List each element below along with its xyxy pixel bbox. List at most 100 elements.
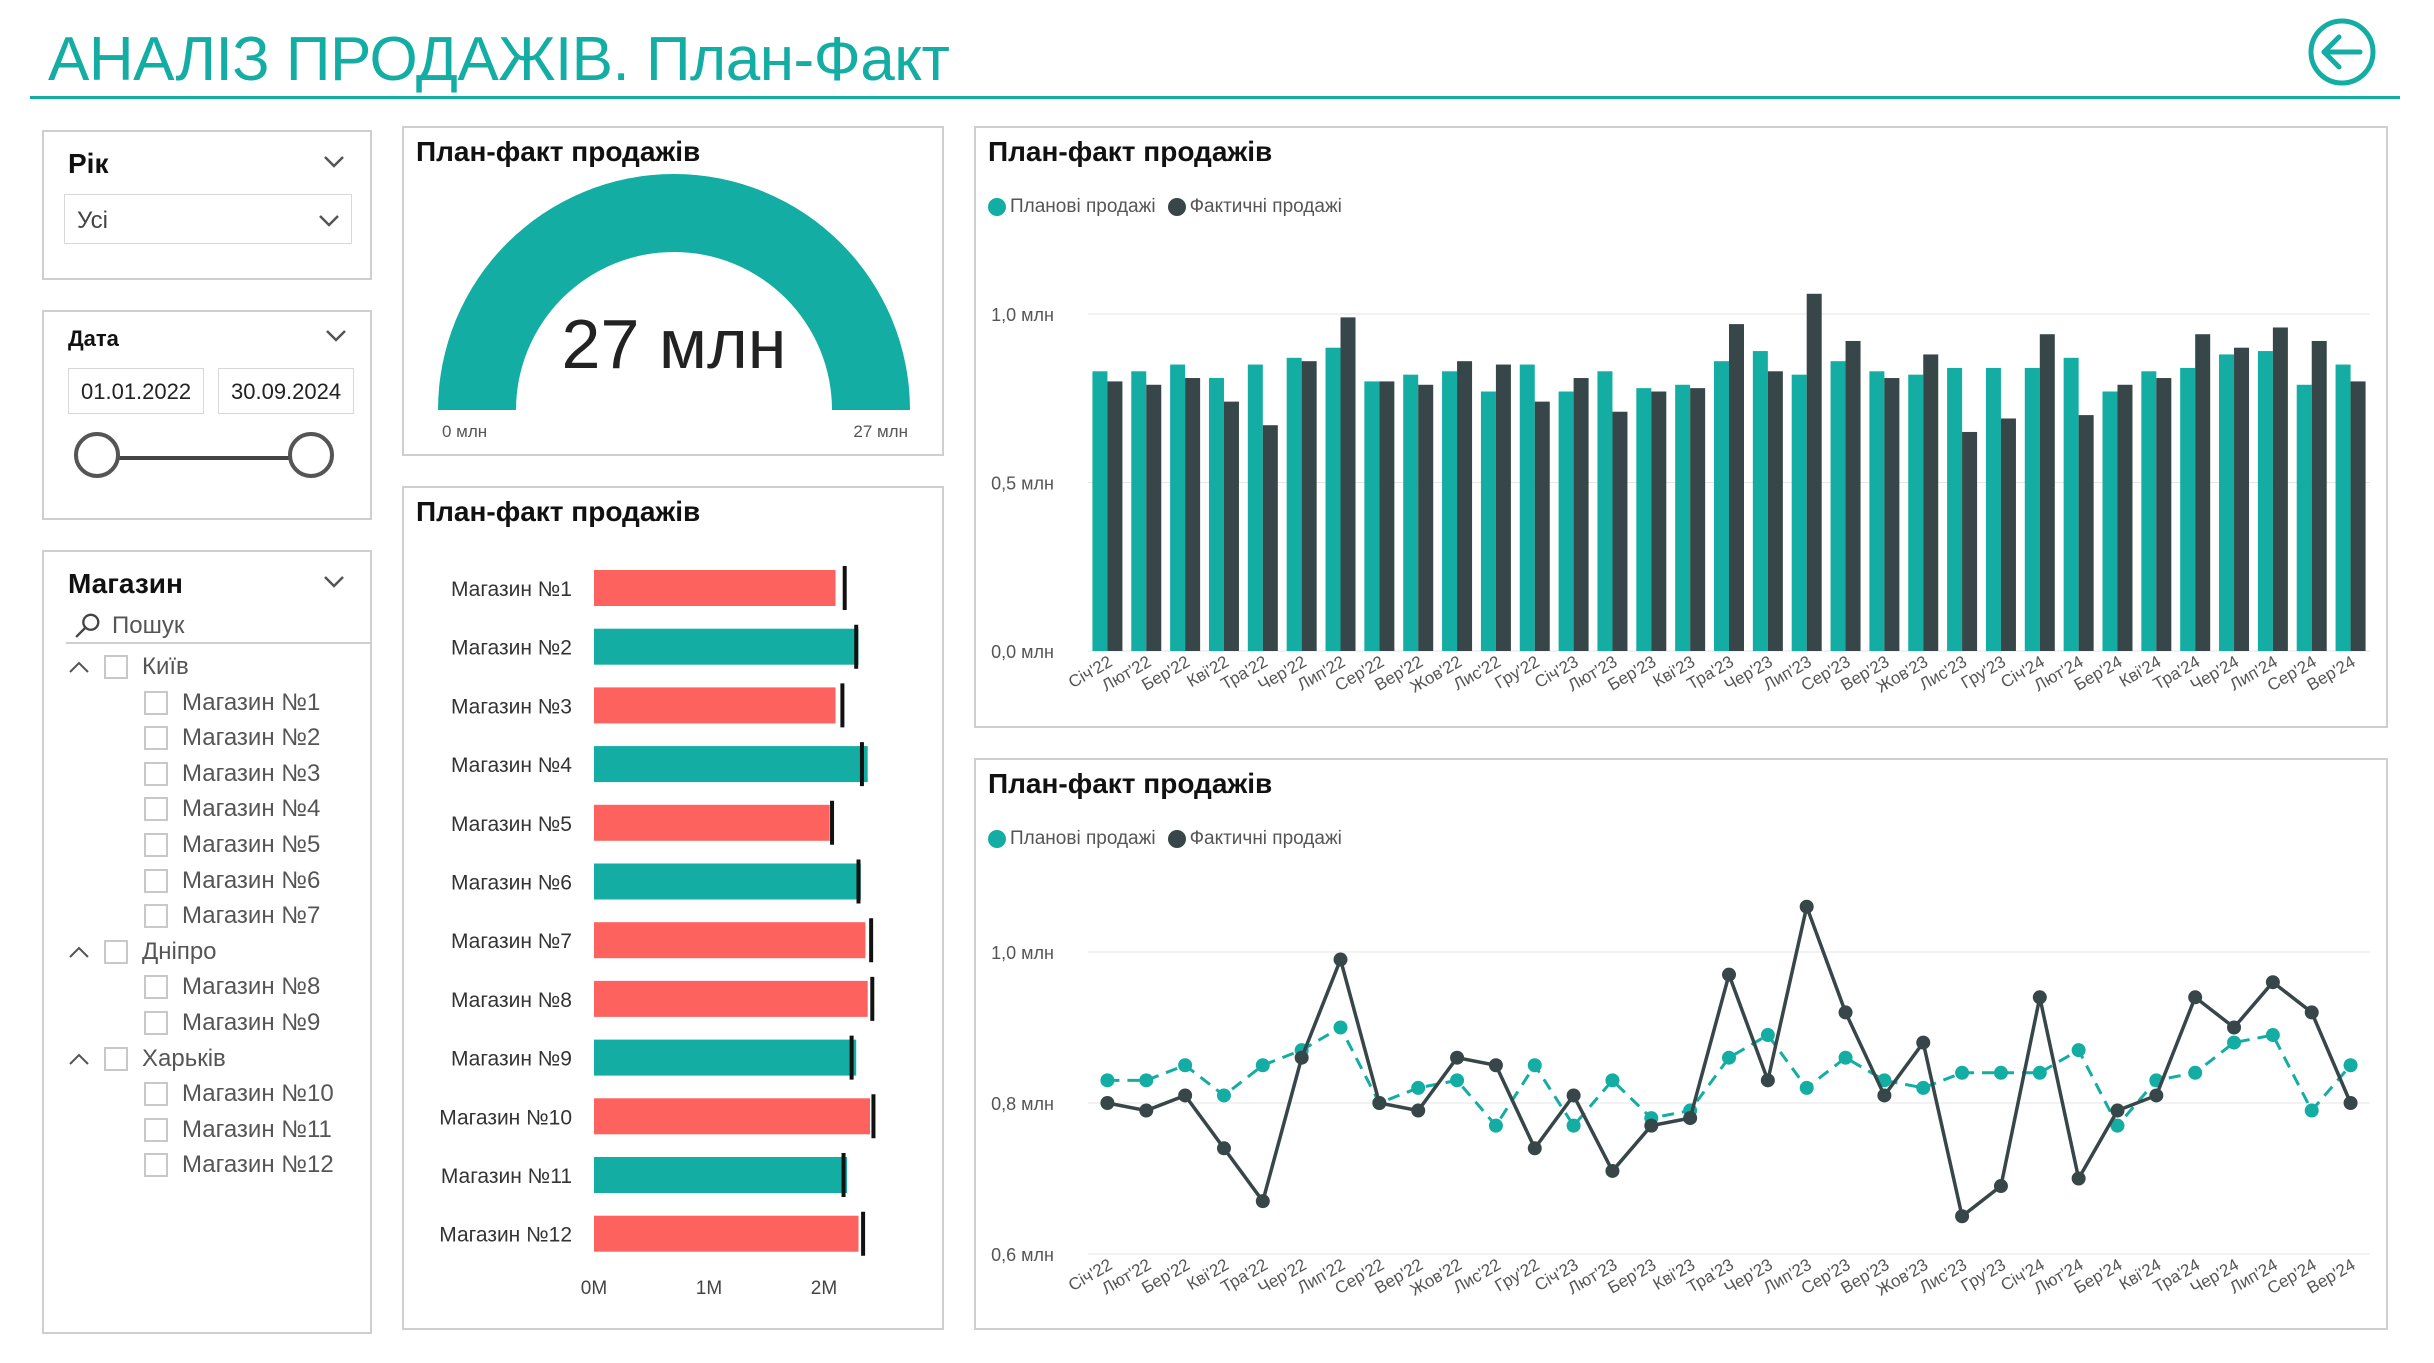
fact-bar[interactable] <box>1806 293 1822 651</box>
checkbox[interactable] <box>104 939 128 964</box>
plan-point[interactable] <box>1722 1050 1736 1065</box>
plan-point[interactable] <box>2265 1028 2280 1043</box>
chevron-down-icon[interactable] <box>322 574 346 590</box>
fact-bar[interactable] <box>2311 340 2327 651</box>
fact-point[interactable] <box>1372 1096 1387 1110</box>
plan-bar[interactable] <box>1791 374 1807 651</box>
fact-point[interactable] <box>2149 1088 2164 1103</box>
plan-point[interactable] <box>1760 1028 1775 1043</box>
checkbox[interactable] <box>104 655 128 679</box>
fact-bar[interactable] <box>1767 371 1783 651</box>
fact-point[interactable] <box>1411 1103 1426 1118</box>
fact-bar[interactable] <box>1573 378 1589 651</box>
store-fact-bar[interactable] <box>594 1215 859 1252</box>
checkbox[interactable] <box>144 1011 168 1035</box>
plan-point[interactable] <box>1993 1065 2008 1080</box>
plan-bar[interactable] <box>2335 364 2351 651</box>
store-group-2[interactable]: Харьків <box>68 1042 226 1076</box>
plan-point[interactable] <box>1100 1073 1115 1088</box>
store-fact-bar[interactable] <box>594 746 868 783</box>
store-item[interactable]: Магазин №7 <box>144 899 320 933</box>
fact-point[interactable] <box>1216 1141 1231 1156</box>
plan-bar[interactable] <box>2180 367 2196 651</box>
fact-point[interactable] <box>1683 1111 1698 1126</box>
plan-bar[interactable] <box>1675 384 1691 651</box>
plan-bar[interactable] <box>2024 367 2040 651</box>
fact-point[interactable] <box>1799 899 1814 914</box>
fact-point[interactable] <box>1644 1118 1659 1133</box>
fact-bar[interactable] <box>1923 354 1939 651</box>
store-item[interactable]: Магазин №4 <box>144 792 320 826</box>
plan-point[interactable] <box>1139 1073 1154 1088</box>
plan-point[interactable] <box>2071 1043 2086 1058</box>
store-item[interactable]: Магазин №5 <box>144 828 320 862</box>
chevron-down-icon[interactable] <box>322 154 346 170</box>
fact-point[interactable] <box>1294 1050 1309 1065</box>
fact-bar[interactable] <box>1690 388 1706 651</box>
plan-point[interactable] <box>1916 1080 1931 1095</box>
store-item[interactable]: Магазин №3 <box>144 757 320 791</box>
date-end-input[interactable]: 30.09.2024 <box>218 368 354 414</box>
checkbox[interactable] <box>144 797 168 822</box>
fact-bar[interactable] <box>1185 378 1201 651</box>
store-item[interactable]: Магазин №12 <box>144 1148 334 1182</box>
fact-point[interactable] <box>1605 1163 1620 1178</box>
fact-point[interactable] <box>1333 952 1348 967</box>
date-range-end-handle[interactable] <box>288 432 334 478</box>
fact-bar[interactable] <box>1612 411 1628 651</box>
fact-bar[interactable] <box>2039 334 2055 651</box>
fact-point[interactable] <box>1255 1194 1270 1209</box>
plan-bar[interactable] <box>1597 371 1613 651</box>
fact-bar[interactable] <box>1495 364 1511 651</box>
plan-point[interactable] <box>2343 1058 2358 1073</box>
plan-point[interactable] <box>1799 1080 1814 1095</box>
plan-bar[interactable] <box>1208 378 1224 651</box>
fact-point[interactable] <box>2304 1005 2319 1020</box>
fact-bar[interactable] <box>1301 361 1317 651</box>
store-fact-bar[interactable] <box>594 687 836 724</box>
checkbox[interactable] <box>104 1046 128 1071</box>
fact-bar[interactable] <box>1729 324 1744 651</box>
plan-point[interactable] <box>1955 1065 1970 1080</box>
year-dropdown[interactable]: Усі <box>64 194 352 244</box>
store-fact-bar[interactable] <box>594 922 866 959</box>
plan-bar[interactable] <box>1364 381 1380 651</box>
date-range-track[interactable] <box>98 456 308 460</box>
checkbox[interactable] <box>144 1153 168 1178</box>
plan-bar[interactable] <box>1752 351 1768 651</box>
fact-bar[interactable] <box>2000 418 2016 651</box>
store-fact-bar[interactable] <box>594 570 836 606</box>
plan-point[interactable] <box>2304 1103 2319 1118</box>
plan-bar[interactable] <box>1480 391 1496 651</box>
fact-point[interactable] <box>2071 1171 2086 1186</box>
fact-point[interactable] <box>2188 990 2203 1005</box>
store-fact-bar[interactable] <box>594 980 868 1017</box>
plan-point[interactable] <box>1178 1058 1193 1073</box>
plan-bar[interactable] <box>1558 391 1574 651</box>
fact-bar[interactable] <box>1418 384 1434 651</box>
fact-point[interactable] <box>2265 975 2280 990</box>
plan-bar[interactable] <box>2141 371 2157 651</box>
fact-point[interactable] <box>1916 1035 1931 1050</box>
store-item[interactable]: Магазин №11 <box>144 1113 332 1147</box>
plan-point[interactable] <box>1838 1050 1853 1065</box>
plan-bar[interactable] <box>1714 361 1729 651</box>
plan-bar[interactable] <box>1636 388 1652 651</box>
fact-bar[interactable] <box>2078 415 2094 651</box>
plan-point[interactable] <box>2227 1035 2242 1050</box>
plan-point[interactable] <box>1333 1020 1348 1035</box>
plan-point[interactable] <box>1411 1080 1426 1095</box>
plan-bar[interactable] <box>1947 367 1963 651</box>
fact-point[interactable] <box>2343 1096 2358 1110</box>
plan-bar[interactable] <box>1869 371 1885 651</box>
plan-bar[interactable] <box>1403 374 1419 651</box>
store-item[interactable]: Магазин №8 <box>144 970 320 1004</box>
fact-bar[interactable] <box>1379 381 1395 651</box>
store-group-1[interactable]: Дніпро <box>68 935 217 969</box>
store-fact-bar[interactable] <box>594 1098 870 1135</box>
fact-bar[interactable] <box>2117 384 2133 651</box>
store-item[interactable]: Магазин №1 <box>144 686 320 720</box>
back-arrow-icon[interactable] <box>2306 16 2378 88</box>
plan-bar[interactable] <box>1325 347 1341 651</box>
store-fact-bar[interactable] <box>594 863 861 900</box>
